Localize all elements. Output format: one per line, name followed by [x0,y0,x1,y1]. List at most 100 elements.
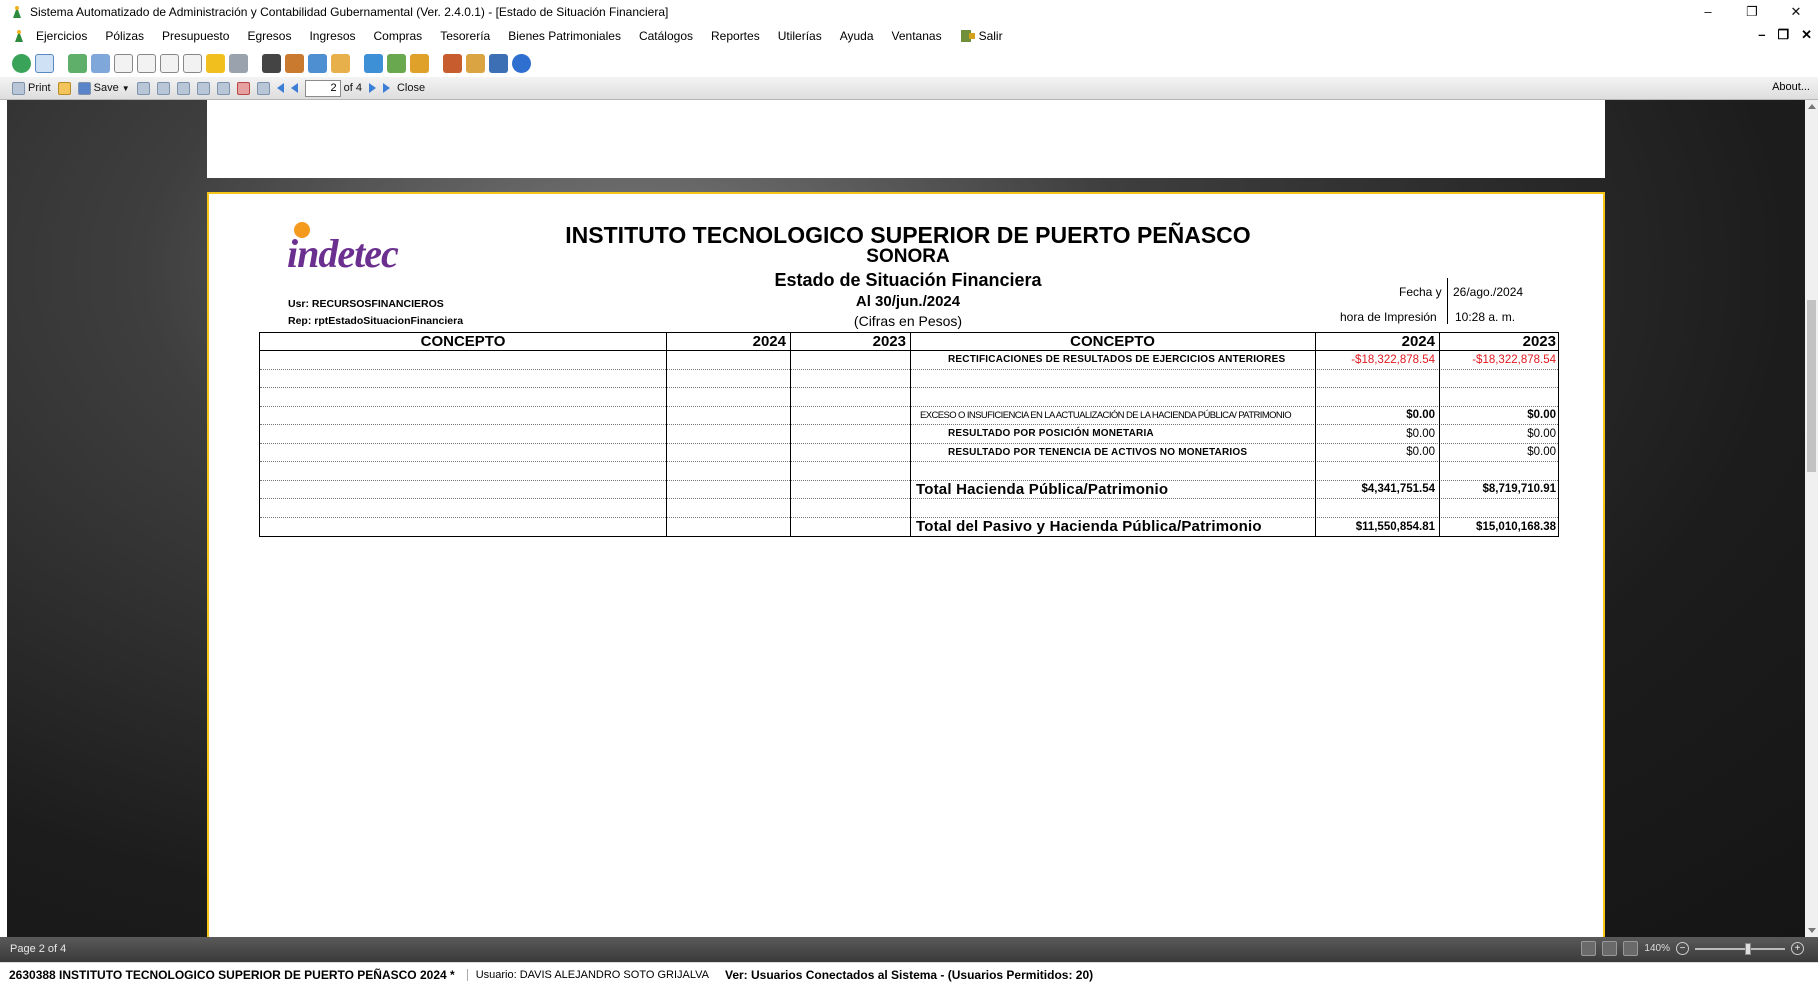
status-connected-users[interactable]: Ver: Usuarios Conectados al Sistema - (U… [725,968,1093,982]
p-icon[interactable] [183,53,202,73]
scroll-down-icon[interactable] [1808,928,1816,933]
edit-page-button[interactable] [196,81,210,95]
new-document-icon[interactable] [35,53,54,73]
certificate-icon[interactable] [410,53,429,73]
menu-reportes[interactable]: Reportes [711,29,760,43]
journal-icon[interactable] [68,53,87,73]
right-concept-cell [910,388,1315,406]
first-page-icon [276,83,284,93]
chevron-down-icon[interactable]: ▼ [122,84,130,93]
vertical-scrollbar[interactable] [1805,100,1818,937]
concept-label: Total Hacienda Pública/Patrimonio [916,480,1169,498]
minimize-button[interactable]: – [1686,0,1730,23]
find-button[interactable] [156,81,170,95]
delete-page-button[interactable] [236,81,250,95]
save-button[interactable]: Save ▼ [77,81,130,95]
child-restore-button[interactable]: ❐ [1777,27,1789,43]
page-count-label: of 4 [343,82,362,94]
d-icon[interactable] [137,53,156,73]
truck-icon[interactable] [285,53,304,73]
menu-ejercicios[interactable]: Ejercicios [36,29,87,43]
right-concept-cell: EXCESO O INSUFICIENCIA EN LA ACTUALIZACI… [910,407,1315,425]
budget-icon[interactable] [206,53,225,73]
fit-page-icon[interactable] [1581,941,1597,956]
left-concept-cell [260,425,666,443]
header-right-2024: 2024 [1401,333,1435,350]
scroll-thumb[interactable] [1807,300,1816,472]
menu-compras[interactable]: Compras [374,29,423,43]
menu-utilerias[interactable]: Utilerías [778,29,822,43]
menu-ventanas[interactable]: Ventanas [892,29,942,43]
restore-button[interactable]: ❐ [1730,0,1774,23]
child-minimize-button[interactable]: – [1758,27,1765,43]
first-page-button[interactable] [276,83,284,93]
right-concept-cell: Total del Pasivo y Hacienda Pública/Patr… [910,518,1315,537]
left-2024-cell [666,425,790,443]
zoom-out-icon[interactable]: − [1676,942,1689,955]
zoom-slider[interactable] [1695,942,1785,955]
database-icon[interactable] [489,53,508,73]
tools-icon[interactable] [387,53,406,73]
table-header: CONCEPTO 2024 2023 CONCEPTO 2024 2023 [260,333,1558,351]
right-concept-cell [910,499,1315,517]
left-2023-cell [790,499,910,517]
menu-polizas[interactable]: Pólizas [105,29,144,43]
status-entity: 2630388 INSTITUTO TECNOLOGICO SUPERIOR D… [9,968,455,982]
zoom-slider-handle[interactable] [1745,942,1751,955]
close-preview-button[interactable]: Close [397,82,425,94]
help-icon[interactable] [512,53,531,73]
menu-catalogos[interactable]: Catálogos [639,29,693,43]
tree-icon[interactable] [443,53,462,73]
page-setup-button[interactable] [176,81,190,95]
child-close-button[interactable]: ✕ [1801,27,1812,43]
amount-value: $15,010,168.38 [1476,520,1556,533]
print-button[interactable]: Print [12,81,51,95]
menu-ayuda[interactable]: Ayuda [840,29,874,43]
transfer-icon[interactable] [308,53,327,73]
grid-icon[interactable] [91,53,110,73]
right-concept-cell: RECTIFICACIONES DE RESULTADOS DE EJERCIC… [910,351,1315,369]
last-page-button[interactable] [382,83,390,93]
refresh-icon[interactable] [12,53,31,73]
c-icon[interactable] [114,53,133,73]
floppy-icon [77,81,91,95]
hora-value: 10:28 a. m. [1455,310,1516,324]
users-icon[interactable] [466,53,485,73]
printer-icon[interactable] [229,53,248,73]
menu-egresos[interactable]: Egresos [247,29,291,43]
left-2024-cell [666,388,790,406]
menu-salir[interactable]: Salir [960,28,1003,44]
right-2023-cell [1439,499,1560,517]
add-page-button[interactable] [256,81,270,95]
prev-page-button[interactable] [290,83,298,93]
print-label: Print [28,82,51,94]
box-icon[interactable] [331,53,350,73]
catalog-icon[interactable] [364,53,383,73]
open-button[interactable] [57,81,71,95]
save-label: Save [93,82,119,94]
menu-bienes-patrimoniales[interactable]: Bienes Patrimoniales [508,29,621,43]
preview-toolbar: Print Save▼ of 4 Close About... [0,77,1818,100]
copy-page-button[interactable] [216,81,230,95]
scroll-up-icon[interactable] [1808,104,1816,109]
zoom-level: 140% [1644,943,1670,954]
e-icon[interactable] [160,53,179,73]
preview-status-bar: Page 2 of 4 140% − + [0,937,1818,962]
multi-page-icon[interactable] [1623,941,1639,956]
single-page-icon[interactable] [1602,941,1618,956]
menu-ingresos[interactable]: Ingresos [309,29,355,43]
zoom-in-icon[interactable]: + [1791,942,1804,955]
menu-tesoreria[interactable]: Tesorería [440,29,490,43]
email-button[interactable] [136,81,150,95]
right-concept-cell [910,370,1315,388]
right-2024-cell [1315,388,1439,406]
next-page-button[interactable] [368,83,376,93]
clipboard-icon[interactable] [262,53,281,73]
close-button[interactable]: ✕ [1774,0,1818,23]
app-menu-icon[interactable] [12,29,26,43]
page-number-input[interactable] [304,79,341,97]
table-row [260,370,1558,388]
menu-presupuesto[interactable]: Presupuesto [162,29,229,43]
about-button[interactable]: About... [1772,81,1810,93]
amount-value: $8,719,710.91 [1482,483,1556,496]
